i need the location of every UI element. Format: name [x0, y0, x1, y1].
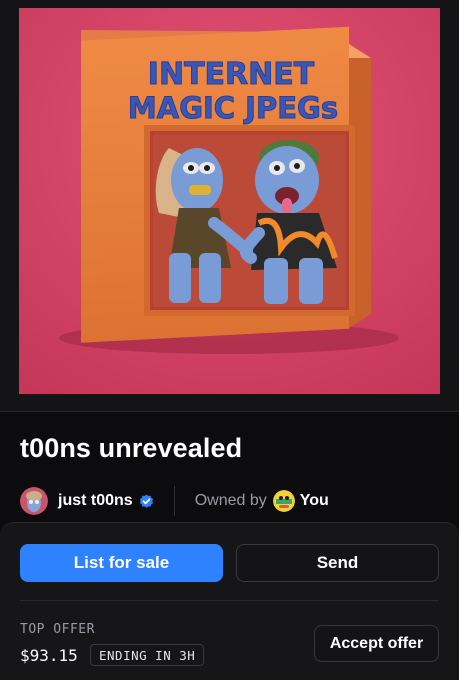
verified-badge-icon [139, 493, 154, 509]
ending-badge: ENDING IN 3H [90, 644, 205, 666]
nft-artwork: INTERNET MAGIC JPEGs [19, 8, 440, 394]
nft-title: t00ns unrevealed [20, 433, 243, 463]
panel-divider [20, 600, 439, 601]
top-offer-label: TOP OFFER [20, 622, 95, 637]
box-text-line2: MAGIC JPEGs [128, 91, 338, 125]
send-button[interactable]: Send [236, 544, 439, 582]
owned-by-label: Owned by [194, 492, 267, 509]
nft-image[interactable]: INTERNET MAGIC JPEGs [19, 8, 440, 394]
creator-name[interactable]: just t00ns [58, 492, 133, 510]
box-text-line1: INTERNET [148, 57, 315, 92]
list-for-sale-button[interactable]: List for sale [20, 544, 223, 582]
creator-avatar[interactable] [20, 487, 48, 515]
media-card: INTERNET MAGIC JPEGs [0, 0, 459, 412]
meta-divider [173, 486, 175, 516]
accept-offer-button[interactable]: Accept offer [314, 625, 439, 662]
owner-avatar[interactable] [272, 490, 295, 512]
owner-name[interactable]: You [300, 492, 329, 510]
top-offer-price: $93.15 [20, 646, 78, 665]
ownership-row: just t00ns Owned by You [20, 486, 440, 516]
